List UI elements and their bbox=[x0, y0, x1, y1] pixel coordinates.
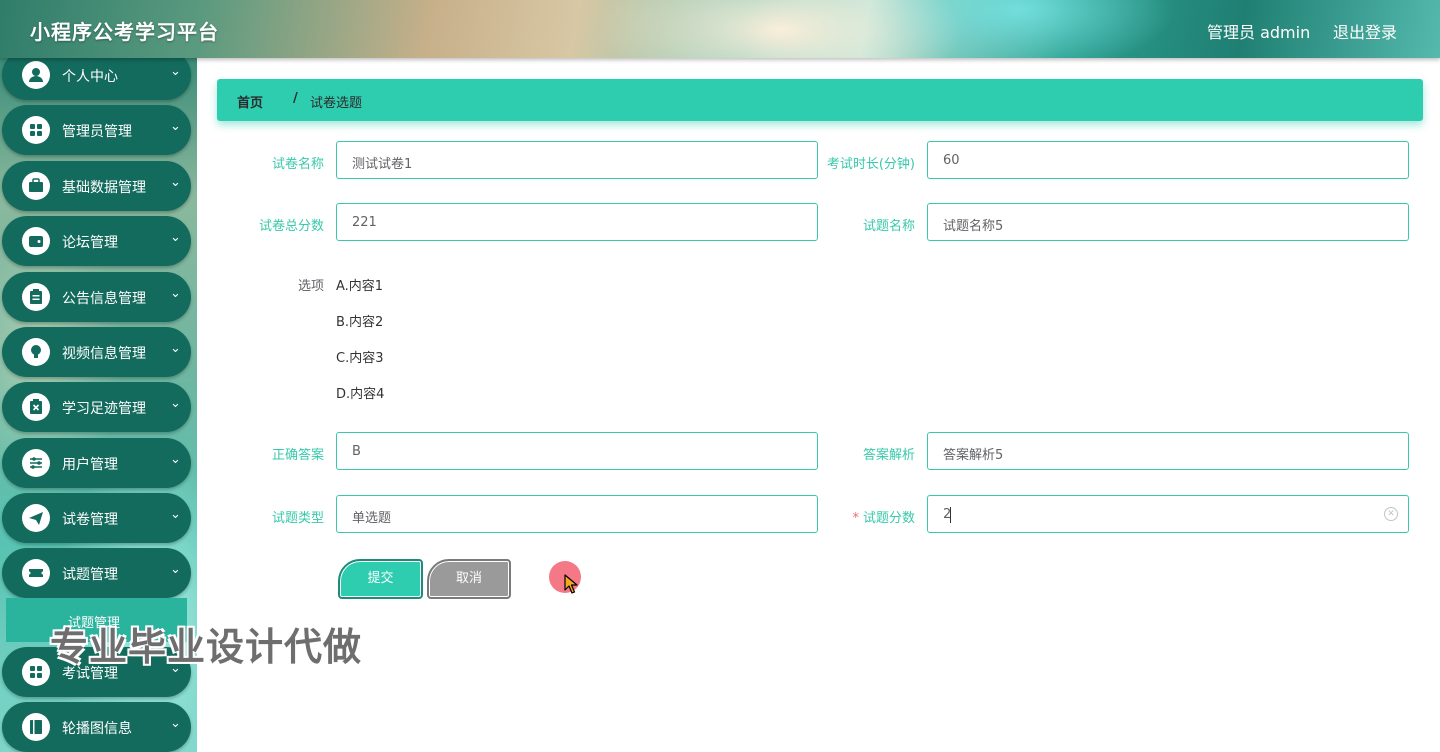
question-name-field[interactable]: 试题名称5 bbox=[927, 203, 1409, 241]
sidebar-item-label: 视频信息管理 bbox=[62, 346, 146, 362]
mouse-pointer-icon bbox=[564, 574, 578, 594]
logout-link[interactable]: 退出登录 bbox=[1333, 19, 1397, 43]
chevron-down-icon: ⌄ bbox=[170, 175, 181, 190]
exam-duration-value: 60 bbox=[943, 153, 960, 168]
chevron-down-icon: ⌄ bbox=[170, 64, 181, 79]
text-caret bbox=[950, 507, 951, 523]
main-content: 首页 / 试卷选题 试卷名称 测试试卷1 考试时长(分钟) 60 试卷总分数 2… bbox=[197, 58, 1440, 752]
sliders-icon bbox=[22, 449, 50, 477]
breadcrumb: 首页 / 试卷选题 bbox=[217, 79, 1423, 121]
exam-duration-field[interactable]: 60 bbox=[927, 141, 1409, 179]
breadcrumb-current: 试卷选题 bbox=[310, 96, 363, 111]
sidebar-item-base-data[interactable]: 基础数据管理 ⌄ bbox=[2, 161, 191, 211]
option-c: C.内容3 bbox=[336, 351, 384, 366]
answer-analysis-field[interactable]: 答案解析5 bbox=[927, 432, 1409, 470]
correct-answer-field[interactable]: B bbox=[336, 432, 818, 470]
current-user-label: 管理员 admin bbox=[1207, 23, 1311, 42]
top-header: 小程序公考学习平台 管理员 admin 退出登录 bbox=[0, 0, 1440, 58]
answer-analysis-label: 答案解析 bbox=[862, 448, 915, 463]
total-score-value: 221 bbox=[352, 215, 377, 230]
question-score-field[interactable]: 2 ✕ bbox=[927, 495, 1409, 533]
chevron-down-icon: ⌄ bbox=[170, 230, 181, 245]
sidebar-item-label: 学习足迹管理 bbox=[62, 401, 146, 417]
breadcrumb-separator: / bbox=[293, 91, 298, 106]
option-a: A.内容1 bbox=[336, 279, 384, 294]
question-score-label: * 试题分数 bbox=[805, 507, 915, 526]
paper-name-field[interactable]: 测试试卷1 bbox=[336, 141, 818, 179]
correct-answer-label: 正确答案 bbox=[271, 448, 324, 463]
sidebar-item-label: 管理员管理 bbox=[62, 124, 132, 140]
app-title: 小程序公考学习平台 bbox=[30, 20, 219, 44]
sidebar-item-label: 用户管理 bbox=[62, 457, 118, 473]
correct-answer-value: B bbox=[352, 444, 361, 459]
ticket-icon bbox=[22, 559, 50, 587]
cancel-button[interactable]: 取消 bbox=[427, 559, 511, 599]
chevron-down-icon: ⌄ bbox=[170, 562, 181, 577]
chevron-down-icon: ⌄ bbox=[170, 396, 181, 411]
sidebar-item-label: 个人中心 bbox=[62, 69, 118, 85]
question-type-value: 单选题 bbox=[352, 511, 392, 526]
chevron-down-icon: ⌄ bbox=[170, 716, 181, 731]
chevron-down-icon: ⌄ bbox=[170, 341, 181, 356]
briefcase-icon bbox=[22, 172, 50, 200]
paper-name-label: 试卷名称 bbox=[271, 157, 324, 172]
question-name-label: 试题名称 bbox=[862, 219, 915, 234]
sidebar-item-label: 试卷管理 bbox=[62, 512, 118, 528]
sidebar-item-label: 试题管理 bbox=[62, 567, 118, 583]
book-icon bbox=[22, 713, 50, 741]
options-label: 选项 bbox=[297, 279, 324, 294]
send-icon bbox=[22, 504, 50, 532]
grid-icon bbox=[22, 658, 50, 686]
option-d: D.内容4 bbox=[336, 387, 385, 402]
chevron-down-icon: ⌄ bbox=[170, 119, 181, 134]
sidebar-item-users[interactable]: 用户管理 ⌄ bbox=[2, 438, 191, 488]
option-b: B.内容2 bbox=[336, 315, 384, 330]
sidebar-item-label: 基础数据管理 bbox=[62, 180, 146, 196]
paper-name-value: 测试试卷1 bbox=[352, 157, 413, 172]
question-type-field[interactable]: 单选题 bbox=[336, 495, 818, 533]
answer-analysis-value: 答案解析5 bbox=[943, 448, 1004, 463]
question-name-value: 试题名称5 bbox=[943, 219, 1004, 234]
sidebar-item-admin-management[interactable]: 管理员管理 ⌄ bbox=[2, 105, 191, 155]
sidebar-item-exam-paper[interactable]: 试卷管理 ⌄ bbox=[2, 493, 191, 543]
sidebar-item-question[interactable]: 试题管理 ⌄ bbox=[2, 548, 191, 598]
chevron-down-icon: ⌄ bbox=[170, 452, 181, 467]
question-score-label-text: 试题分数 bbox=[862, 511, 915, 526]
lightbulb-icon bbox=[22, 338, 50, 366]
clear-icon[interactable]: ✕ bbox=[1384, 507, 1398, 521]
watermark-text: 专业毕业设计代做 bbox=[50, 625, 363, 669]
sidebar-item-label: 公告信息管理 bbox=[62, 291, 146, 307]
grid-icon bbox=[22, 116, 50, 144]
total-score-field[interactable]: 221 bbox=[336, 203, 818, 241]
chevron-down-icon: ⌄ bbox=[170, 286, 181, 301]
sidebar-item-video[interactable]: 视频信息管理 ⌄ bbox=[2, 327, 191, 377]
sidebar-item-notice[interactable]: 公告信息管理 ⌄ bbox=[2, 272, 191, 322]
total-score-label: 试卷总分数 bbox=[258, 219, 324, 234]
sidebar-item-forum[interactable]: 论坛管理 ⌄ bbox=[2, 216, 191, 266]
submit-button[interactable]: 提交 bbox=[338, 559, 423, 599]
wallet-icon bbox=[22, 227, 50, 255]
clipboard-icon bbox=[22, 283, 50, 311]
exam-duration-label: 考试时长(分钟) bbox=[826, 157, 915, 172]
sidebar-item-label: 轮播图信息 bbox=[62, 721, 132, 737]
breadcrumb-home-link[interactable]: 首页 bbox=[237, 92, 263, 111]
sidebar-item-carousel[interactable]: 轮播图信息 ⌄ bbox=[2, 702, 191, 752]
sidebar-item-study-footprint[interactable]: 学习足迹管理 ⌄ bbox=[2, 382, 191, 432]
sidebar-item-label: 论坛管理 bbox=[62, 235, 118, 251]
user-icon bbox=[22, 61, 50, 89]
question-type-label: 试题类型 bbox=[271, 511, 324, 526]
chevron-down-icon: ⌄ bbox=[170, 507, 181, 522]
clipboard-x-icon bbox=[22, 393, 50, 421]
required-mark: * bbox=[852, 511, 859, 526]
